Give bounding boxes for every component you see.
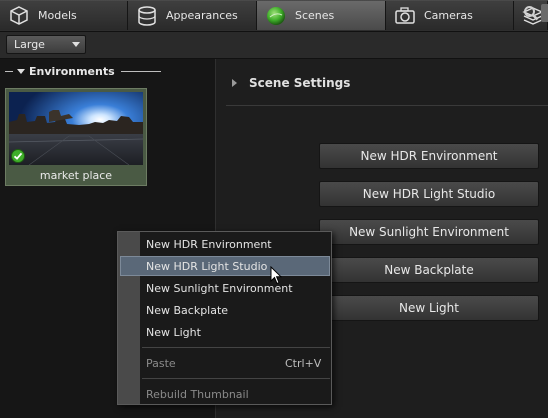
sub-toolbar: Large bbox=[0, 32, 548, 59]
menu-separator bbox=[142, 347, 330, 348]
scroll-edge bbox=[541, 4, 548, 22]
tab-models[interactable]: Models bbox=[0, 1, 128, 30]
mouse-cursor-icon bbox=[270, 266, 282, 285]
collapse-triangle-icon bbox=[17, 68, 25, 74]
scene-settings-title: Scene Settings bbox=[249, 76, 351, 90]
tab-scenes[interactable]: Scenes bbox=[257, 1, 386, 30]
camera-icon bbox=[394, 5, 416, 27]
tab-label: Models bbox=[38, 9, 77, 22]
new-sunlight-environment-button[interactable]: New Sunlight Environment bbox=[319, 219, 539, 245]
tab-appearances[interactable]: Appearances bbox=[128, 1, 257, 30]
thumbnail-size-dropdown[interactable]: Large bbox=[6, 35, 86, 54]
menu-item-rebuild-thumbnail[interactable]: Rebuild Thumbnail bbox=[146, 384, 249, 404]
tab-label: Scenes bbox=[295, 9, 335, 22]
menu-item-paste[interactable]: Paste bbox=[146, 353, 176, 373]
divider bbox=[5, 70, 13, 72]
cube-icon bbox=[8, 5, 30, 27]
check-badge-icon bbox=[11, 149, 25, 163]
divider bbox=[226, 105, 548, 106]
chevron-down-icon bbox=[72, 42, 80, 47]
context-menu: New HDR Environment New HDR Light Studio… bbox=[117, 231, 332, 405]
environment-name: market place bbox=[39, 169, 113, 182]
new-hdr-light-studio-button[interactable]: New HDR Light Studio bbox=[319, 181, 539, 207]
new-hdr-environment-button[interactable]: New HDR Environment bbox=[319, 143, 539, 169]
menu-separator bbox=[142, 378, 330, 379]
paste-shortcut: Ctrl+V bbox=[285, 356, 322, 370]
tab-bar: Models Appearances Scenes Cameras bbox=[0, 0, 548, 32]
menu-item-new-backplate[interactable]: New Backplate bbox=[146, 300, 228, 320]
new-light-button[interactable]: New Light bbox=[319, 295, 539, 321]
environment-thumbnail[interactable]: market place bbox=[5, 88, 147, 186]
divider bbox=[120, 70, 161, 72]
menu-item-new-hdr-environment[interactable]: New HDR Environment bbox=[146, 234, 272, 254]
cylinder-icon bbox=[136, 5, 158, 27]
environments-title: Environments bbox=[29, 64, 115, 78]
dropdown-value: Large bbox=[14, 38, 45, 51]
new-backplate-button[interactable]: New Backplate bbox=[319, 257, 539, 283]
menu-item-new-hdr-light-studio[interactable]: New HDR Light Studio bbox=[146, 256, 267, 276]
sphere-icon bbox=[265, 5, 287, 27]
search-icon[interactable] bbox=[523, 5, 539, 21]
environment-preview-image bbox=[9, 92, 143, 165]
environments-header[interactable]: Environments bbox=[5, 64, 161, 78]
tab-label: Cameras bbox=[424, 9, 473, 22]
scene-settings-header[interactable]: Scene Settings bbox=[232, 76, 350, 90]
tab-cameras[interactable]: Cameras bbox=[386, 1, 514, 30]
expand-triangle-icon bbox=[232, 79, 237, 87]
tab-label: Appearances bbox=[166, 9, 238, 22]
menu-item-new-light[interactable]: New Light bbox=[146, 322, 201, 342]
